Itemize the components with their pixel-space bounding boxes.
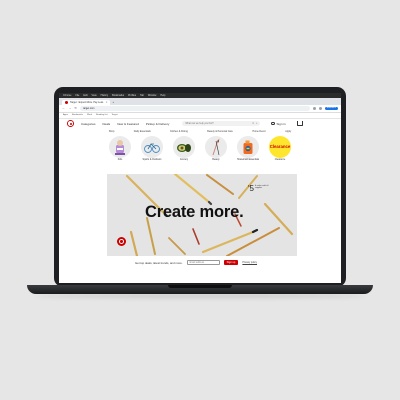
category-image <box>109 135 131 158</box>
product-mockup: Chrome File Edit View History Bookmarks … <box>0 0 400 400</box>
reload-icon[interactable]: ↻ <box>74 105 77 112</box>
extension-icon[interactable] <box>312 106 316 110</box>
site-header: Categories Deals New & Featured Pickup &… <box>59 119 341 129</box>
menubar-item[interactable]: Help <box>160 93 165 98</box>
category-household[interactable]: Household Essentials <box>236 135 260 166</box>
category-promo-strip: Shop Daily Essentials Kitchen & Dining B… <box>59 129 341 135</box>
email-signup: Get top deals, latest trends, and more. … <box>135 260 257 265</box>
price-note: & under crafts & supplies <box>254 185 269 190</box>
promo-link[interactable]: Daily Essentials <box>134 130 151 133</box>
menubar-item[interactable]: View <box>92 93 97 98</box>
bullseye-logo-icon <box>117 237 126 246</box>
site-search-input[interactable]: What can we help you find? × ⌕ <box>182 121 261 126</box>
bicycle-icon <box>144 142 160 153</box>
address-bar[interactable]: target.com <box>80 106 310 111</box>
category-image <box>237 135 259 158</box>
email-placeholder: Email address <box>189 261 205 264</box>
account-icon <box>271 121 275 126</box>
price-value: 5 <box>249 184 254 193</box>
makeup-brush-icon <box>212 138 220 155</box>
category-label: Kids <box>117 159 123 161</box>
forward-icon[interactable]: → <box>68 105 71 112</box>
laptop-screen: Chrome File Edit View History Bookmarks … <box>59 93 341 283</box>
clearance-badge-text: Clearance <box>269 144 291 149</box>
category-circles: Kids Sports & Outdoors Grocery Beauty Ho… <box>59 135 341 166</box>
hero-banner[interactable]: $ 5 & under crafts & supplies Create mor… <box>107 174 297 256</box>
menubar-item[interactable]: File <box>76 93 80 98</box>
toolbar-actions: Relaunch <box>312 106 338 111</box>
email-field[interactable]: Email address <box>186 260 220 265</box>
bookmark-item[interactable]: Apps <box>63 114 68 116</box>
category-label: Beauty <box>212 159 220 161</box>
detergent-bottle-icon <box>243 140 253 154</box>
back-icon[interactable]: ← <box>62 105 65 112</box>
target-logo-icon[interactable] <box>67 120 74 127</box>
menubar-item[interactable]: Window <box>148 93 157 98</box>
nav-deals[interactable]: Deals <box>103 122 111 126</box>
menubar-item[interactable]: Chrome <box>63 93 72 98</box>
new-tab-button[interactable]: + <box>112 99 114 105</box>
menubar-item[interactable]: Tab <box>140 93 144 98</box>
menubar-item[interactable]: Edit <box>83 93 87 98</box>
extension-icon[interactable] <box>318 106 322 110</box>
signup-text: Get top deals, latest trends, and more. <box>135 260 183 265</box>
bookmark-item[interactable]: Bookmarks <box>72 114 83 116</box>
address-url: target.com <box>83 107 95 110</box>
sign-in-button[interactable]: Sign in <box>271 121 286 126</box>
avocado-icon <box>177 143 191 152</box>
sign-in-label: Sign in <box>276 121 286 126</box>
search-placeholder: What can we help you find? <box>185 122 214 125</box>
laptop-shadow <box>35 294 365 298</box>
category-label: Sports & Outdoors <box>142 159 162 161</box>
search-icon[interactable]: ⌕ <box>256 122 257 125</box>
bookmark-item[interactable]: Target <box>111 114 117 116</box>
nav-categories[interactable]: Categories <box>81 122 96 126</box>
category-clearance[interactable]: Clearance Clearance <box>269 135 291 166</box>
nav-new-featured[interactable]: New & Featured <box>117 122 139 126</box>
category-grocery[interactable]: Grocery <box>173 135 195 166</box>
browser-toolbar: ← → ↻ target.com Relaunch <box>59 105 341 113</box>
category-image <box>173 135 195 158</box>
target-favicon-icon <box>65 100 68 104</box>
kids-toy-icon <box>115 139 125 155</box>
category-label: Household Essentials <box>236 159 260 161</box>
tab-title: Target : Expect More. Pay Less. <box>70 100 104 104</box>
promo-link[interactable]: Apply <box>285 130 291 133</box>
menubar-item[interactable]: History <box>101 93 108 98</box>
category-image <box>141 135 163 158</box>
category-beauty[interactable]: Beauty <box>205 135 227 166</box>
relaunch-button[interactable]: Relaunch <box>324 106 338 111</box>
clearance-badge: Clearance <box>269 135 291 158</box>
category-label: Clearance <box>274 159 286 161</box>
category-label: Grocery <box>179 159 189 161</box>
category-kids[interactable]: Kids <box>109 135 131 166</box>
menubar-item[interactable]: Profiles <box>128 93 136 98</box>
privacy-link[interactable]: Privacy policy <box>242 261 257 264</box>
sign-up-button[interactable]: Sign up <box>223 260 239 265</box>
browser-tabstrip: Target : Expect More. Pay Less. × + <box>59 98 341 105</box>
hero-price-callout: $ 5 & under crafts & supplies <box>248 184 269 193</box>
category-image <box>205 135 227 158</box>
nav-pickup-delivery[interactable]: Pickup & Delivery <box>146 122 170 126</box>
category-sports[interactable]: Sports & Outdoors <box>141 135 163 166</box>
cart-icon[interactable] <box>296 121 303 126</box>
hero-headline: Create more. <box>145 203 244 221</box>
promo-link[interactable]: Kitchen & Dining <box>170 130 188 133</box>
promo-link[interactable]: Shop <box>109 130 115 133</box>
tab-close-icon[interactable]: × <box>106 101 108 104</box>
promo-link[interactable]: Beauty & Personal Care <box>207 130 233 133</box>
bookmark-item[interactable]: Work <box>87 114 92 116</box>
promo-link[interactable]: Home Decor <box>252 130 265 133</box>
bookmark-item[interactable]: Reading list <box>96 114 107 116</box>
menubar-item[interactable]: Bookmarks <box>112 93 124 98</box>
clear-search-icon[interactable]: × <box>252 122 254 125</box>
laptop-hinge-notch <box>168 285 232 288</box>
